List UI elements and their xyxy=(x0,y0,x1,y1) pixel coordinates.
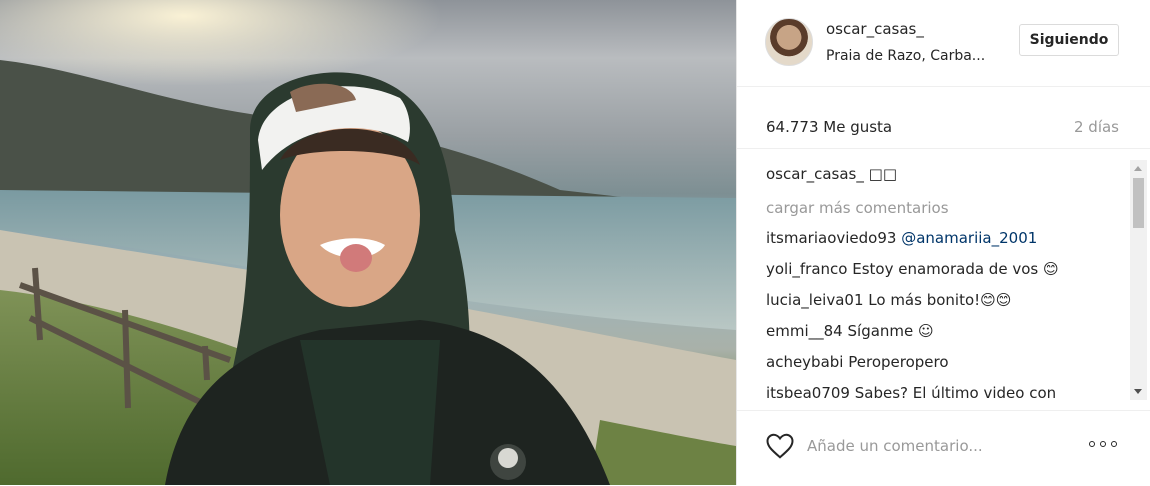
post-container: oscar_casas_ Praia de Razo, Carba... Sig… xyxy=(0,0,1150,485)
comment-item: acheybabi Peroperopero xyxy=(766,353,949,371)
caption: oscar_casas_ □□ xyxy=(766,165,897,183)
more-dot xyxy=(1111,441,1117,447)
comments-scrollbar[interactable] xyxy=(1130,160,1147,400)
comment-text: Lo más bonito!😊😊 xyxy=(868,291,1012,309)
comment-footer xyxy=(737,410,1150,486)
post-header: oscar_casas_ Praia de Razo, Carba... Sig… xyxy=(737,0,1150,87)
scrollbar-thumb[interactable] xyxy=(1133,178,1144,228)
comment-item: yoli_franco Estoy enamorada de vos 😊 xyxy=(766,260,1059,278)
avatar[interactable] xyxy=(765,18,813,66)
comment-username[interactable]: itsmariaoviedo93 xyxy=(766,229,896,247)
caption-username[interactable]: oscar_casas_ xyxy=(766,165,864,183)
comment-username[interactable]: acheybabi xyxy=(766,353,843,371)
comment-text: Sabes? El último video con xyxy=(854,384,1057,402)
comment-username[interactable]: lucia_leiva01 xyxy=(766,291,864,309)
caption-text: □□ xyxy=(868,165,897,183)
username-link[interactable]: oscar_casas_ xyxy=(826,20,924,38)
following-button[interactable]: Siguiendo xyxy=(1019,24,1119,56)
more-options-icon[interactable] xyxy=(1089,441,1121,451)
comment-text: Peroperopero xyxy=(848,353,949,371)
comment-text: Estoy enamorada de vos 😊 xyxy=(852,260,1059,278)
comment-mention-link[interactable]: @anamariia_2001 xyxy=(901,229,1037,247)
comment-item: lucia_leiva01 Lo más bonito!😊😊 xyxy=(766,291,1011,309)
comments-list: oscar_casas_ □□ cargar más comentarios i… xyxy=(737,148,1150,405)
photo-scene xyxy=(0,0,736,485)
comment-item: itsbea0709 Sabes? El último video con xyxy=(766,384,1056,402)
comment-text: Síganme ☺ xyxy=(847,322,934,340)
load-more-comments-link[interactable]: cargar más comentarios xyxy=(766,199,949,217)
post-sidebar: oscar_casas_ Praia de Razo, Carba... Sig… xyxy=(736,0,1150,485)
comment-item: emmi__84 Síganme ☺ xyxy=(766,322,934,340)
scroll-down-arrow-icon[interactable] xyxy=(1134,389,1142,394)
comment-username[interactable]: itsbea0709 xyxy=(766,384,850,402)
comment-item: itsmariaoviedo93 @anamariia_2001 xyxy=(766,229,1037,247)
comment-username[interactable]: emmi__84 xyxy=(766,322,843,340)
post-time[interactable]: 2 días xyxy=(1074,118,1119,136)
location-link[interactable]: Praia de Razo, Carba... xyxy=(826,48,1001,64)
scroll-up-arrow-icon[interactable] xyxy=(1134,166,1142,171)
more-dot xyxy=(1100,441,1106,447)
likes-count[interactable]: 64.773 Me gusta xyxy=(766,118,892,136)
more-dot xyxy=(1089,441,1095,447)
comment-input[interactable] xyxy=(807,433,1047,459)
comment-username[interactable]: yoli_franco xyxy=(766,260,847,278)
post-photo[interactable] xyxy=(0,0,736,485)
heart-icon[interactable] xyxy=(765,431,795,461)
